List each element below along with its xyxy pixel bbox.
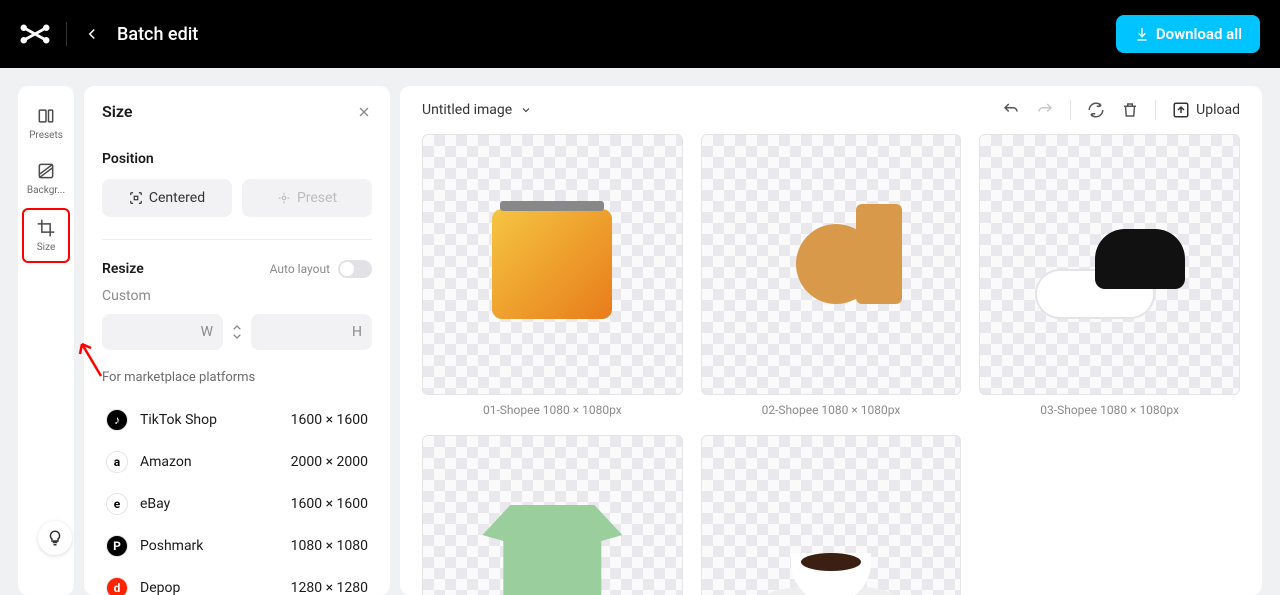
upload-icon bbox=[1172, 101, 1190, 119]
marketplace-name: Poshmark bbox=[140, 538, 203, 554]
image-title-dropdown[interactable]: Untitled image bbox=[422, 102, 532, 118]
marketplace-dims: 1080 × 1080 bbox=[291, 538, 368, 554]
background-icon bbox=[36, 161, 56, 181]
panel-title: Size bbox=[102, 102, 133, 121]
rail-size[interactable]: Size bbox=[22, 208, 70, 263]
thumbnail-caption: 02-Shopee 1080 × 1080px bbox=[762, 403, 901, 417]
thumbnail bbox=[422, 134, 683, 395]
preset-pos-icon bbox=[277, 191, 291, 205]
lightbulb-icon bbox=[46, 529, 64, 547]
marketplace-dims: 1600 × 1600 bbox=[291, 412, 368, 428]
thumbnail bbox=[422, 435, 683, 595]
position-label: Position bbox=[102, 151, 372, 167]
h-suffix: H bbox=[352, 324, 362, 340]
resize-label: Resize bbox=[102, 261, 144, 277]
download-label: Download all bbox=[1156, 25, 1242, 43]
undo-icon[interactable] bbox=[1002, 101, 1020, 119]
presets-icon bbox=[36, 106, 56, 126]
marketplace-item[interactable]: ♪ TikTok Shop 1600 × 1600 bbox=[102, 399, 372, 441]
upload-button[interactable]: Upload bbox=[1172, 101, 1240, 119]
image-title: Untitled image bbox=[422, 102, 512, 118]
marketplace-dims: 1280 × 1280 bbox=[291, 580, 368, 595]
rail-size-label: Size bbox=[37, 242, 56, 253]
help-fab[interactable] bbox=[38, 521, 72, 555]
page-title: Batch edit bbox=[117, 24, 198, 45]
marketplace-name: Depop bbox=[140, 580, 180, 595]
height-input[interactable]: H bbox=[251, 314, 372, 350]
marketplace-name: TikTok Shop bbox=[140, 412, 217, 428]
divider bbox=[1070, 100, 1071, 120]
thumbnail bbox=[979, 134, 1240, 395]
marketplace-icon: ♪ bbox=[106, 409, 128, 431]
auto-layout-label: Auto layout bbox=[270, 262, 330, 276]
redo-icon[interactable] bbox=[1036, 101, 1054, 119]
marketplace-name: eBay bbox=[140, 496, 170, 512]
marketplace-item[interactable]: eeBay 1600 × 1600 bbox=[102, 483, 372, 525]
marketplace-icon: e bbox=[106, 493, 128, 515]
width-input[interactable]: W bbox=[102, 314, 223, 350]
top-bar: Batch edit Download all bbox=[0, 0, 1280, 68]
marketplace-dims: 1600 × 1600 bbox=[291, 496, 368, 512]
marketplace-icon: a bbox=[106, 451, 128, 473]
crop-icon bbox=[36, 218, 56, 238]
marketplace-header: For marketplace platforms bbox=[102, 370, 372, 385]
marketplace-item[interactable]: P Poshmark 1080 × 1080 bbox=[102, 525, 372, 567]
canvas-area: Untitled image Upload 01-Shopee 1080 × 1… bbox=[400, 86, 1262, 595]
auto-layout-toggle[interactable] bbox=[338, 260, 372, 278]
thumbnail-cell[interactable] bbox=[701, 435, 962, 595]
app-logo bbox=[20, 19, 50, 49]
custom-label: Custom bbox=[102, 288, 372, 304]
close-icon[interactable] bbox=[356, 104, 372, 120]
download-all-button[interactable]: Download all bbox=[1116, 15, 1260, 53]
upload-label: Upload bbox=[1196, 102, 1240, 118]
thumbnail-caption: 01-Shopee 1080 × 1080px bbox=[483, 403, 622, 417]
thumbnail-cell[interactable] bbox=[422, 435, 683, 595]
marketplace-item[interactable]: d Depop 1280 × 1280 bbox=[102, 567, 372, 595]
thumbnail-cell[interactable]: 02-Shopee 1080 × 1080px bbox=[701, 134, 962, 417]
w-suffix: W bbox=[201, 324, 213, 340]
marketplace-icon: d bbox=[106, 577, 128, 595]
thumbnail bbox=[701, 435, 962, 595]
trash-icon[interactable] bbox=[1121, 101, 1139, 119]
preset-button[interactable]: Preset bbox=[242, 179, 372, 217]
chevron-down-icon bbox=[520, 104, 532, 116]
divider bbox=[1155, 100, 1156, 120]
rail-background-label: Backgr... bbox=[27, 185, 65, 196]
back-icon[interactable] bbox=[83, 25, 101, 43]
tool-rail: Presets Backgr... Size bbox=[18, 86, 74, 595]
link-dims-icon[interactable] bbox=[229, 324, 245, 340]
rail-presets[interactable]: Presets bbox=[22, 98, 70, 149]
marketplace-dims: 2000 × 2000 bbox=[291, 454, 368, 470]
thumbnail-cell[interactable]: 03-Shopee 1080 × 1080px bbox=[979, 134, 1240, 417]
marketplace-name: Amazon bbox=[140, 454, 192, 470]
divider bbox=[66, 22, 67, 46]
thumbnail-cell[interactable]: 01-Shopee 1080 × 1080px bbox=[422, 134, 683, 417]
marketplace-item[interactable]: a Amazon 2000 × 2000 bbox=[102, 441, 372, 483]
rail-presets-label: Presets bbox=[29, 130, 63, 141]
refresh-icon[interactable] bbox=[1087, 101, 1105, 119]
preset-label: Preset bbox=[297, 190, 337, 206]
centered-label: Centered bbox=[149, 190, 205, 206]
centered-button[interactable]: Centered bbox=[102, 179, 232, 217]
marketplace-icon: P bbox=[106, 535, 128, 557]
thumbnail-caption: 03-Shopee 1080 × 1080px bbox=[1040, 403, 1179, 417]
rail-background[interactable]: Backgr... bbox=[22, 153, 70, 204]
center-icon bbox=[129, 191, 143, 205]
thumbnail bbox=[701, 134, 962, 395]
size-panel: Size Position Centered Preset Resize Aut… bbox=[84, 86, 390, 595]
